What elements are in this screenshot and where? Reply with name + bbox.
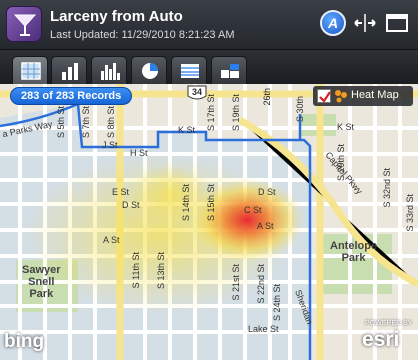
map-grid-icon xyxy=(21,62,41,80)
street-label: S 17th St xyxy=(206,94,216,132)
street-label: S 21st St xyxy=(231,264,241,301)
street-label: S 33rd St xyxy=(405,194,415,232)
street-label: S 8th St xyxy=(106,106,116,139)
street-label: S 30th xyxy=(295,96,305,123)
tab-pie-chart[interactable] xyxy=(131,56,167,84)
street-label: Lake St xyxy=(248,324,279,334)
street-label: S 14th St xyxy=(181,184,191,222)
tab-layout[interactable] xyxy=(211,56,247,84)
a-button[interactable]: A xyxy=(320,10,346,36)
street-label: S 11th St xyxy=(131,252,141,289)
park-label: Sawyer Snell Park xyxy=(22,264,61,300)
tab-table[interactable] xyxy=(171,56,207,84)
pie-chart-icon xyxy=(142,63,158,79)
window-icon[interactable] xyxy=(384,10,410,36)
street-label: S 32nd St xyxy=(382,168,392,208)
street-label: D St xyxy=(122,200,140,210)
street-label: J St xyxy=(102,140,118,150)
street-label: S 22nd St xyxy=(256,264,266,304)
street-label: 26th xyxy=(262,88,272,106)
heatmap-toggle[interactable]: Heat Map xyxy=(313,86,413,106)
street-label: S 24th St xyxy=(272,284,282,322)
resize-arrows-icon[interactable] xyxy=(352,10,378,36)
heatmap-checkbox[interactable] xyxy=(317,89,331,103)
street-label: E St xyxy=(112,187,130,197)
street-label: S 7th St xyxy=(81,106,91,139)
layout-icon xyxy=(221,64,239,78)
street-label: D St xyxy=(258,187,276,197)
column-chart-icon xyxy=(101,63,120,80)
street-label: A St xyxy=(103,235,120,245)
street-label: S 15th St xyxy=(206,184,216,222)
street-label: K St xyxy=(178,125,196,135)
bing-logo: bing xyxy=(4,331,45,352)
tab-bar-chart[interactable] xyxy=(51,56,87,84)
street-label: H St xyxy=(130,148,148,158)
street-label: A St xyxy=(257,221,274,231)
street-label: S 13th St xyxy=(156,252,166,290)
powered-by-text: POWERED BY xyxy=(365,320,413,327)
records-count-badge: 283 of 283 Records xyxy=(10,87,133,105)
street-label: S 5th St xyxy=(56,106,66,139)
street-label: C St xyxy=(244,205,262,215)
street-label: S 19th St xyxy=(231,94,241,132)
esri-logo: esri xyxy=(362,328,400,351)
heatmap-dots-icon xyxy=(335,90,347,103)
tab-bar xyxy=(0,50,418,84)
table-icon xyxy=(181,64,199,78)
martini-glass-app-icon xyxy=(6,6,42,42)
tab-map-view[interactable] xyxy=(12,56,48,84)
street-label: K St xyxy=(337,122,355,132)
tab-column-chart[interactable] xyxy=(91,56,127,84)
heatmap-label: Heat Map xyxy=(351,89,399,101)
app-header: Larceny from Auto Last Updated: 11/29/20… xyxy=(0,0,418,50)
map-view[interactable]: 34 K St K St J St H St E St D St D St C … xyxy=(0,84,418,360)
page-title: Larceny from Auto xyxy=(50,8,183,25)
last-updated-text: Last Updated: 11/29/2010 8:21:23 AM xyxy=(50,29,235,41)
bar-chart-icon xyxy=(62,63,78,80)
park-label: Antelope Park xyxy=(330,240,378,264)
highway-34-label: 34 xyxy=(192,87,203,97)
